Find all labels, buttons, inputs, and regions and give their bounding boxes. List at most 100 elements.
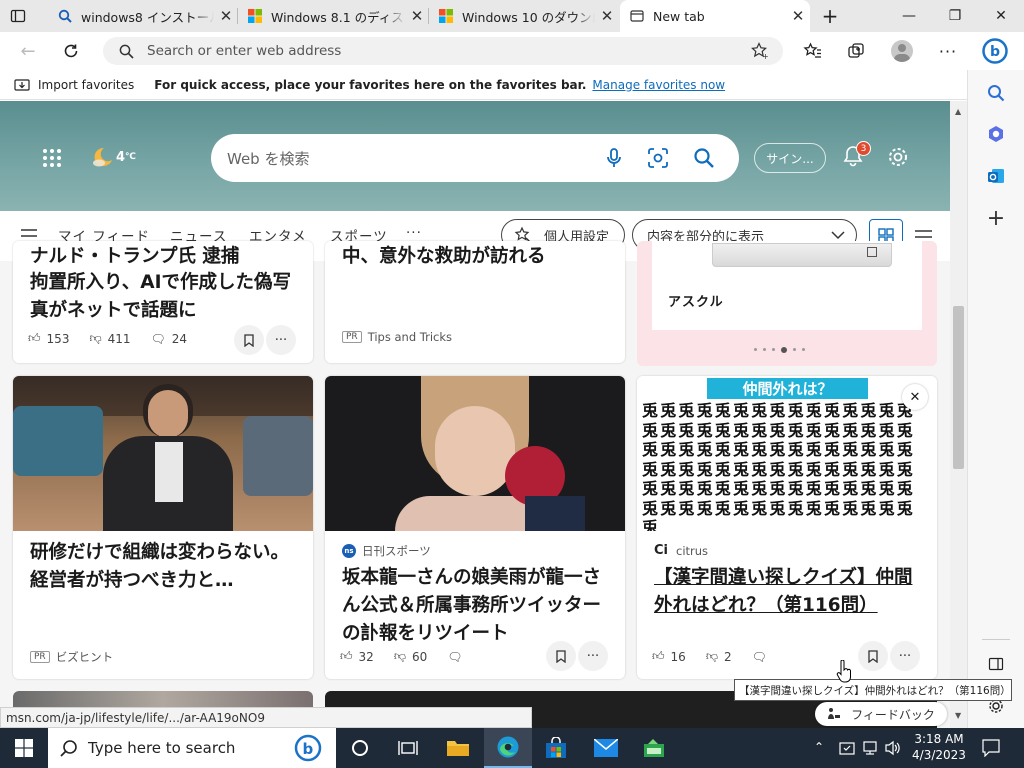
folder-icon <box>447 741 469 756</box>
news-card[interactable]: 研修だけで組織は変わらない。経営者が持つべき力と… PR ビズヒント <box>13 376 313 679</box>
like-icon[interactable]: 👍︎ <box>28 331 41 346</box>
feedback-button[interactable]: フィードバック <box>815 702 947 726</box>
news-card[interactable]: ns 日刊スポーツ 坂本龍一さんの娘美雨が龍一さん公式＆所属事務所ツイッターの訃… <box>325 376 625 679</box>
carousel-dot[interactable] <box>754 348 757 351</box>
carousel-dot[interactable] <box>763 348 766 351</box>
page-scrollbar[interactable]: ▲ ▼ <box>950 101 967 728</box>
sidebar-search-icon[interactable] <box>987 84 1005 102</box>
app-button[interactable] <box>630 728 678 768</box>
minimize-button[interactable]: — <box>886 0 932 32</box>
web-search-input[interactable]: Web を検索 <box>211 134 739 182</box>
comment-icon[interactable]: 🗨︎ <box>752 650 767 664</box>
tab-windows8-media[interactable]: windows8 インストールメディア ✕ <box>48 0 238 32</box>
close-tab-icon[interactable]: ✕ <box>405 7 429 25</box>
collections-button[interactable] <box>838 32 874 70</box>
sidebar-outlook-icon[interactable] <box>987 167 1005 185</box>
notification-center-icon[interactable] <box>982 739 1000 757</box>
mail-button[interactable] <box>582 728 630 768</box>
tab-windows10-download[interactable]: Windows 10 のダウンロード ✕ <box>429 0 619 32</box>
microphone-icon[interactable] <box>606 148 622 168</box>
refresh-button[interactable] <box>53 32 89 70</box>
dislike-icon[interactable]: 👎︎ <box>394 649 406 664</box>
task-view-button[interactable] <box>384 728 432 768</box>
ad-card[interactable]: アスクル <box>637 241 937 366</box>
clock-date: 4/3/2023 <box>912 748 966 762</box>
settings-more-button[interactable]: ··· <box>930 32 966 70</box>
search-submit-icon[interactable] <box>693 147 715 169</box>
address-input[interactable]: Search or enter web address + <box>103 37 783 65</box>
app-launcher-icon[interactable] <box>42 148 62 168</box>
cortana-button[interactable] <box>336 728 384 768</box>
file-explorer-button[interactable] <box>434 728 482 768</box>
security-icon[interactable] <box>838 739 856 757</box>
more-options-button[interactable]: ··· <box>890 641 920 671</box>
tab-new-tab[interactable]: New tab ✕ <box>620 0 810 32</box>
news-card[interactable]: ナルド・トランプ氏 逮捕 拘置所入り、AIで作成した偽写真がネットで話題に 👍︎… <box>13 241 313 363</box>
more-options-button[interactable]: ··· <box>266 325 296 355</box>
bing-chat-button[interactable]: b <box>980 36 1010 66</box>
save-button[interactable] <box>234 325 264 355</box>
favorites-button[interactable] <box>795 32 831 70</box>
taskbar-clock[interactable]: 3:18 AM 4/3/2023 <box>906 731 972 763</box>
comment-icon[interactable]: 🗨︎ <box>447 650 462 664</box>
import-favorites-button[interactable]: Import favorites <box>14 78 134 92</box>
notification-badge: 3 <box>856 141 871 156</box>
network-icon[interactable] <box>862 739 880 757</box>
more-options-button[interactable]: ··· <box>578 641 608 671</box>
card-headline: 拘置所入り、AIで作成した偽写真がネットで話題に <box>30 272 291 321</box>
close-window-button[interactable]: ✕ <box>978 0 1024 32</box>
dismiss-card-button[interactable]: ✕ <box>902 384 928 410</box>
edge-taskbar-button[interactable] <box>484 728 532 768</box>
sidebar-add-button[interactable]: + <box>985 208 1007 230</box>
sidebar-shopping-icon[interactable] <box>987 125 1005 143</box>
save-button[interactable] <box>858 641 888 671</box>
save-button[interactable] <box>546 641 576 671</box>
moon-cloud-icon <box>93 147 112 167</box>
scroll-up-icon[interactable]: ▲ <box>955 107 961 116</box>
hide-sidebar-icon[interactable] <box>988 656 1004 672</box>
manage-favorites-link[interactable]: Manage favorites now <box>592 78 725 92</box>
carousel-dots[interactable] <box>754 347 805 353</box>
notifications-button[interactable]: 3 <box>842 141 871 169</box>
microsoft-logo-icon <box>248 9 262 23</box>
tab-more[interactable]: ··· <box>406 225 422 241</box>
visual-search-icon[interactable] <box>648 148 668 168</box>
close-tab-icon[interactable]: ✕ <box>214 7 238 25</box>
carousel-dot[interactable] <box>802 348 805 351</box>
scrollbar-thumb[interactable] <box>953 306 964 469</box>
news-card[interactable]: 仲間外れは？ 兎兎兎兎兎兎兎兎兎兎兎兎兎兎兎兎兎兎兎兎兎兎兎兎兎兎兎兎兎兎兎兎兎… <box>637 376 937 679</box>
tab-windows81-disc[interactable]: Windows 8.1 のディスク イメージ ✕ <box>238 0 429 32</box>
printer-logo-icon <box>867 247 877 257</box>
back-button[interactable]: ← <box>10 32 46 70</box>
dislike-icon[interactable]: 👎︎ <box>89 331 101 346</box>
tab-actions-icon[interactable] <box>10 8 26 24</box>
sign-in-button[interactable]: サイン... <box>754 143 826 173</box>
close-tab-icon[interactable]: ✕ <box>786 7 810 25</box>
close-tab-icon[interactable]: ✕ <box>595 7 619 25</box>
weather-unit: ℃ <box>125 152 136 162</box>
start-button[interactable] <box>0 728 48 768</box>
carousel-dot[interactable] <box>793 348 796 351</box>
taskbar-search-input[interactable]: Type here to search b <box>48 728 336 768</box>
tab-title: Windows 8.1 のディスク イメージ <box>271 9 405 25</box>
profile-button[interactable] <box>884 32 920 70</box>
carousel-dot[interactable] <box>772 348 775 351</box>
page-settings-icon[interactable] <box>887 146 909 168</box>
bing-search-icon[interactable]: b <box>294 734 322 762</box>
card-headline[interactable]: 【漢字間違い探しクイズ】仲間外れはどれ？（第116問） <box>654 564 929 620</box>
like-icon[interactable]: 👍︎ <box>652 649 665 664</box>
weather-widget[interactable]: 4 ℃ <box>90 145 136 169</box>
show-hidden-icons[interactable]: ⌃ <box>814 740 824 754</box>
like-icon[interactable]: 👍︎ <box>340 649 353 664</box>
maximize-button[interactable]: ❐ <box>932 0 978 32</box>
new-tab-button[interactable]: + <box>818 5 842 27</box>
news-card[interactable]: 中、意外な救助が訪れる PR Tips and Tricks <box>325 241 625 363</box>
add-favorite-icon[interactable]: + <box>751 42 769 60</box>
comment-icon[interactable]: 🗨︎ <box>151 332 166 346</box>
dislike-icon[interactable]: 👎︎ <box>706 649 718 664</box>
web-search-placeholder: Web を検索 <box>227 149 310 168</box>
scroll-down-icon[interactable]: ▼ <box>955 711 961 720</box>
volume-icon[interactable] <box>884 739 902 757</box>
carousel-dot-active[interactable] <box>781 347 787 353</box>
store-button[interactable] <box>532 728 580 768</box>
